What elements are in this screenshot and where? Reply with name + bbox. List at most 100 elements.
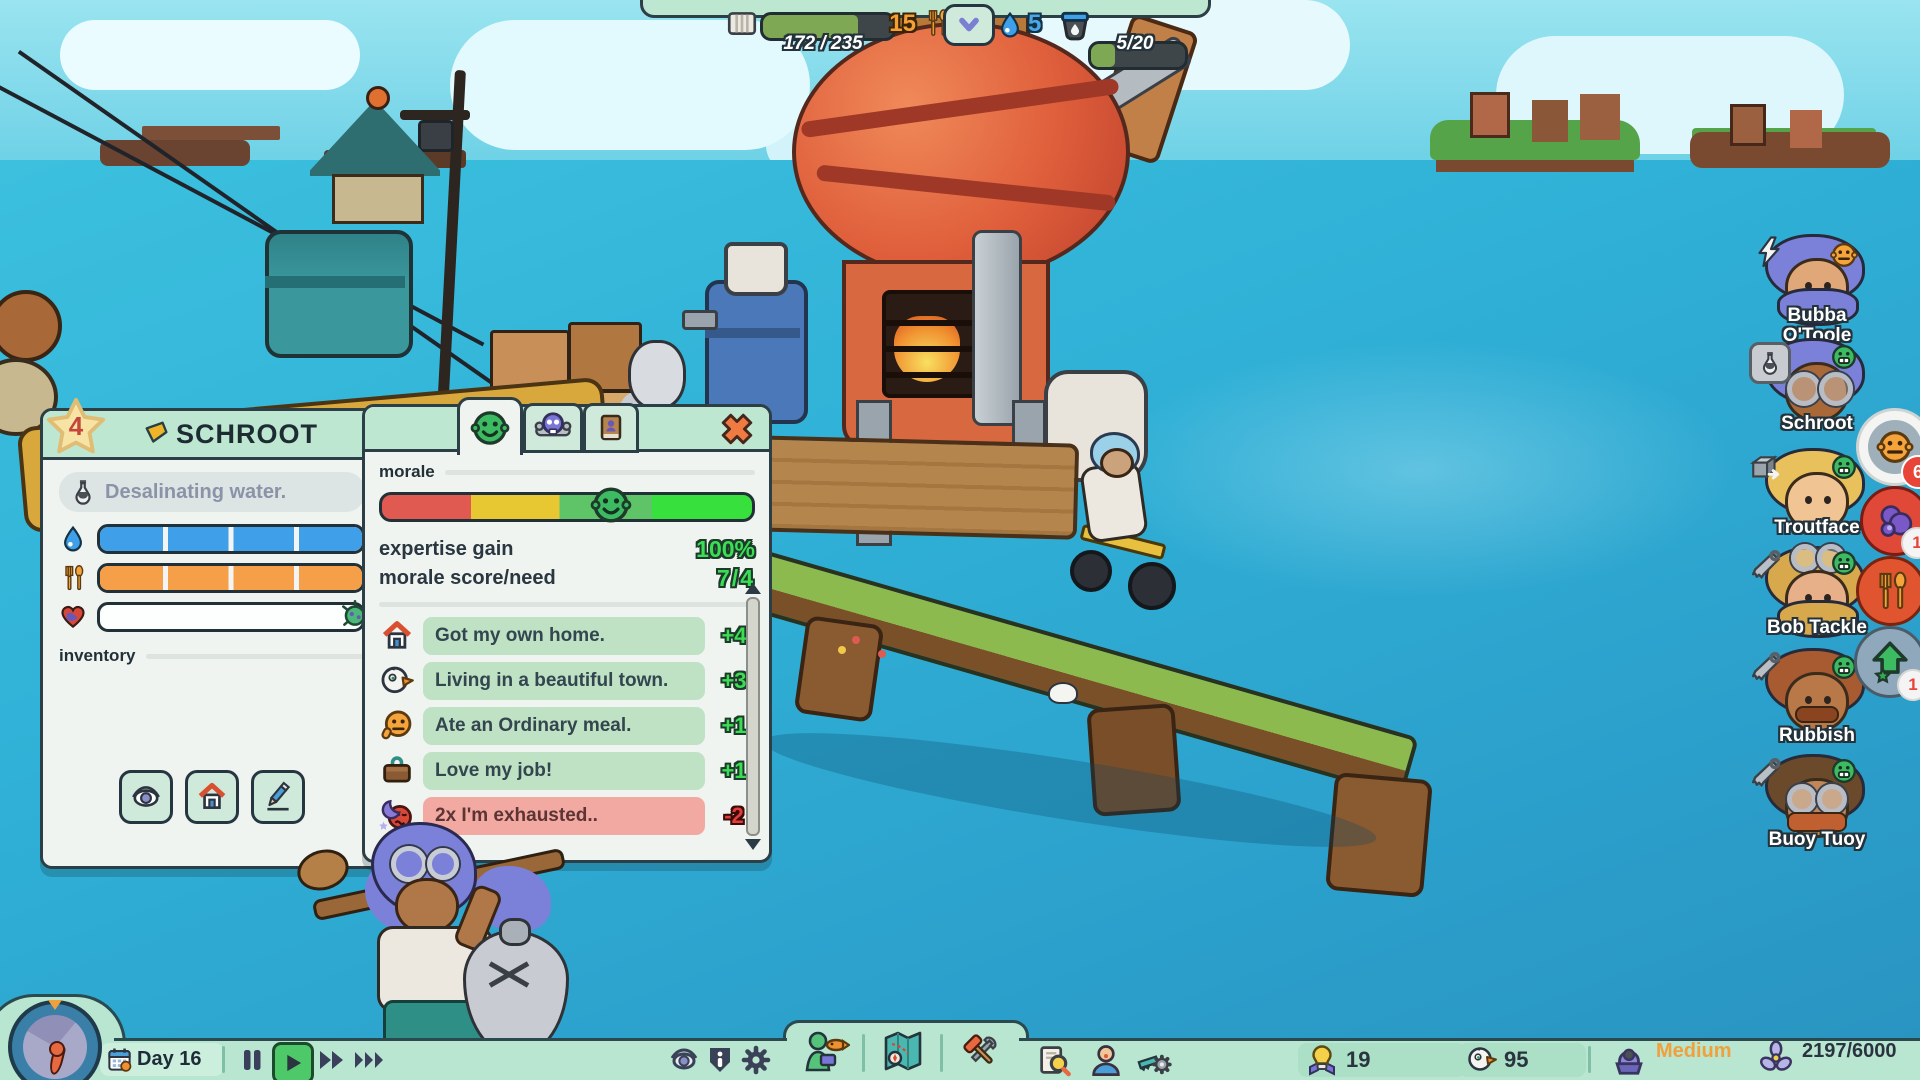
seagull-icon — [379, 663, 415, 699]
settings-gear-button[interactable] — [740, 1044, 772, 1076]
modifier-text: Living in a beautiful town. — [435, 670, 668, 692]
salvage-craft-button[interactable] — [1136, 1042, 1172, 1078]
food-count: 15 — [876, 10, 916, 38]
crew-eye — [1805, 496, 1812, 504]
trike-wheel — [1070, 550, 1112, 592]
idea-count: 19 — [1346, 1047, 1370, 1073]
pause-button[interactable] — [236, 1044, 268, 1076]
task-haul-icon — [1749, 452, 1783, 486]
morale-gauge — [379, 492, 755, 522]
utensils-icon — [59, 563, 87, 593]
flask-icon — [69, 477, 97, 507]
bar-segments — [100, 566, 362, 590]
scroll-down-icon[interactable] — [745, 839, 761, 850]
level-star: 4 — [45, 397, 107, 459]
separator — [862, 1034, 865, 1072]
crew-eye — [1805, 696, 1812, 704]
plank-support — [794, 615, 885, 723]
barrel-spout — [682, 310, 718, 330]
distance-value: 2197/6000 — [1802, 1040, 1897, 1063]
machine-pipe-down — [972, 230, 1022, 426]
health-stat-bar — [97, 602, 365, 632]
water-barrel-band — [705, 328, 800, 338]
crew-goggles — [1787, 784, 1817, 814]
map-menu-button[interactable] — [878, 1028, 928, 1076]
seagull-on-plank — [1048, 682, 1078, 704]
character-panel: SCHROOT 4 Desalinating water. — [40, 408, 384, 869]
visibility-button[interactable] — [668, 1044, 700, 1076]
seagull-count: 95 — [1504, 1047, 1528, 1073]
water-drop-icon — [59, 524, 87, 554]
character-action-buttons — [43, 770, 381, 824]
crew-name: Bob Tackle — [1767, 617, 1867, 638]
tab-morale[interactable] — [457, 397, 523, 455]
task-power-icon — [1753, 236, 1785, 268]
modifier-row: Love my job! +1 — [379, 752, 755, 790]
alert-count-badge: 1 — [1897, 669, 1920, 701]
rename-tag-icon[interactable] — [142, 419, 172, 449]
mood-happy-icon — [1829, 548, 1859, 578]
fast-forward-button[interactable] — [316, 1044, 348, 1076]
alert-level-up[interactable]: 1 — [1854, 626, 1920, 698]
house-icon — [379, 618, 415, 654]
stat-row-water — [59, 524, 365, 554]
threat-label: Medium — [1656, 1040, 1732, 1063]
expertise-gain-row: expertise gain 100% — [379, 536, 755, 563]
distant-island — [1430, 120, 1640, 160]
modifier-row: Living in a beautiful town. +3 — [379, 662, 755, 700]
mood-neutral-icon — [1829, 240, 1859, 270]
scroll-up-icon[interactable] — [745, 583, 761, 594]
alert-hunger[interactable] — [1856, 556, 1920, 626]
build-menu-button[interactable] — [956, 1028, 1006, 1076]
inventory-label: inventory — [59, 646, 136, 666]
town-pulley — [400, 110, 470, 120]
fastest-forward-button[interactable] — [352, 1044, 386, 1076]
player-goggles — [391, 846, 427, 882]
rename-button[interactable] — [251, 770, 305, 824]
crew-name: Bubba — [1787, 305, 1846, 326]
food-stat-bar — [97, 563, 365, 593]
task-flask-icon — [1749, 342, 1791, 384]
townsperson-button[interactable] — [1088, 1042, 1124, 1078]
collapse-hud-button[interactable] — [943, 4, 995, 46]
mechanic-on-trike[interactable] — [1050, 430, 1180, 610]
modifier-row: Got my own home. +4 — [379, 617, 755, 655]
follow-button[interactable] — [119, 770, 173, 824]
expertise-gain-label: expertise gain — [379, 538, 514, 561]
briefcase-icon — [379, 753, 415, 789]
propeller-icon — [1758, 1040, 1794, 1076]
day-label: Day 16 — [137, 1048, 202, 1071]
happy-face-icon — [469, 407, 511, 449]
scroll-track[interactable] — [746, 597, 760, 836]
idea-bulb-icon — [1306, 1044, 1338, 1076]
scrollbar[interactable] — [745, 583, 761, 850]
player-character[interactable] — [335, 822, 575, 1062]
research-button[interactable] — [1036, 1042, 1072, 1078]
home-button[interactable] — [185, 770, 239, 824]
section-divider — [146, 654, 365, 659]
level-number: 4 — [45, 411, 107, 442]
seagull-pill: 95 — [1458, 1043, 1586, 1077]
townsfolk-menu-button[interactable] — [800, 1028, 850, 1076]
task-salvage-icon — [1751, 648, 1785, 682]
modifier-text: Love my job! — [435, 760, 552, 782]
crew-roster: BubbaO'Toole Schroot Troutface — [1737, 230, 1897, 870]
water-count: 5 — [1028, 10, 1041, 38]
close-button[interactable] — [717, 409, 757, 449]
clock-face — [23, 1015, 87, 1079]
task-salvage-icon — [1751, 754, 1785, 788]
info-button[interactable] — [704, 1044, 736, 1076]
alert-count: 1 — [1912, 533, 1920, 553]
crew-name: Rubbish — [1779, 725, 1855, 746]
stat-row-food — [59, 563, 365, 593]
tab-skills[interactable] — [523, 403, 583, 453]
book-icon — [595, 411, 627, 445]
crew-name: Buoy Tuoy — [1769, 829, 1866, 850]
tab-log[interactable] — [583, 403, 639, 453]
water-stat-bar — [97, 524, 365, 554]
modifier-pill: Ate an Ordinary meal. — [423, 707, 705, 745]
distant-island-buildings — [1470, 92, 1510, 138]
crew-goggles — [1819, 372, 1853, 406]
play-button[interactable] — [272, 1042, 314, 1080]
machine-sphere — [792, 22, 1130, 282]
